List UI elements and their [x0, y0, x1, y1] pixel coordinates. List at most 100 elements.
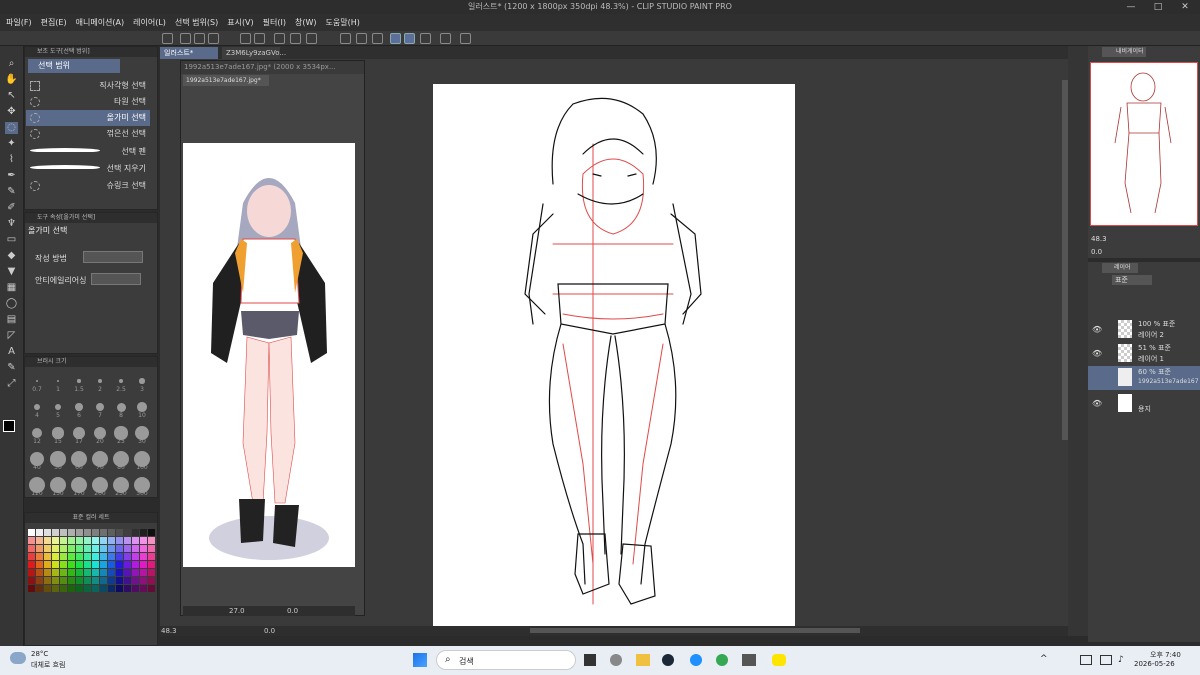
- layer-row[interactable]: 용지: [1088, 392, 1200, 416]
- color-swatch[interactable]: [92, 569, 99, 576]
- color-swatch[interactable]: [60, 545, 67, 552]
- color-swatch[interactable]: [52, 537, 59, 544]
- layer-row[interactable]: 60 % 표준 1992a513e7ade167: [1088, 366, 1200, 390]
- menu-view[interactable]: 표시(V): [227, 17, 253, 28]
- figure-icon[interactable]: ◯: [5, 298, 18, 310]
- brush-icon[interactable]: ✐: [5, 202, 18, 214]
- color-swatch[interactable]: [100, 537, 107, 544]
- color-swatch[interactable]: [92, 585, 99, 592]
- eye-icon[interactable]: 👁: [1092, 349, 1102, 358]
- clock-date[interactable]: 2026-05-26: [1134, 660, 1175, 668]
- color-swatch[interactable]: [60, 561, 67, 568]
- color-swatch[interactable]: [148, 585, 155, 592]
- color-swatch[interactable]: [76, 545, 83, 552]
- color-swatch[interactable]: [84, 529, 91, 536]
- color-swatch[interactable]: [28, 561, 35, 568]
- steam-icon[interactable]: [662, 654, 674, 666]
- color-swatch[interactable]: [44, 585, 51, 592]
- color-swatch[interactable]: [92, 529, 99, 536]
- color-swatch[interactable]: [44, 537, 51, 544]
- color-swatch[interactable]: [28, 537, 35, 544]
- menu-edit[interactable]: 편집(E): [41, 17, 67, 28]
- menu-filter[interactable]: 필터(I): [263, 17, 286, 28]
- pencil-icon[interactable]: ✎: [5, 186, 18, 198]
- zoom-icon[interactable]: ⌕: [5, 58, 18, 70]
- brush-size-dot[interactable]: [75, 403, 83, 411]
- color-swatch[interactable]: [148, 545, 155, 552]
- color-swatch[interactable]: [148, 553, 155, 560]
- color-swatch[interactable]: [116, 537, 123, 544]
- frame-icon[interactable]: ▤: [5, 314, 18, 326]
- color-swatch[interactable]: [132, 569, 139, 576]
- task-view-icon[interactable]: [584, 654, 596, 666]
- color-swatch[interactable]: [100, 553, 107, 560]
- color-swatch[interactable]: [108, 569, 115, 576]
- battery-icon[interactable]: [1080, 655, 1092, 665]
- color-swatch[interactable]: [84, 545, 91, 552]
- color-swatch[interactable]: [76, 537, 83, 544]
- brush-size-dot[interactable]: [97, 378, 103, 384]
- color-swatch[interactable]: [124, 569, 131, 576]
- color-swatch[interactable]: [68, 569, 75, 576]
- brush-size-dot[interactable]: [118, 378, 124, 384]
- color-swatch[interactable]: [140, 553, 147, 560]
- deselect-icon[interactable]: [340, 33, 351, 44]
- color-swatch[interactable]: [100, 569, 107, 576]
- transform-icon[interactable]: [306, 33, 317, 44]
- brush-size-dot[interactable]: [139, 378, 145, 384]
- color-swatch[interactable]: [148, 569, 155, 576]
- color-swatch[interactable]: [28, 529, 35, 536]
- color-swatch[interactable]: [52, 561, 59, 568]
- color-swatch[interactable]: [68, 561, 75, 568]
- subtool-shrink-select[interactable]: 슈링크 선택: [26, 178, 150, 194]
- subtool-selection-eraser[interactable]: 선택 지우기: [26, 161, 150, 177]
- help-icon[interactable]: [460, 33, 471, 44]
- color-swatch[interactable]: [92, 561, 99, 568]
- clip-studio-icon[interactable]: [742, 654, 756, 666]
- edge-icon[interactable]: [690, 654, 702, 666]
- tab-illustration[interactable]: 일러스트*: [160, 47, 218, 59]
- maximize-button[interactable]: □: [1145, 0, 1171, 14]
- brush-size-dot[interactable]: [116, 402, 126, 412]
- subwindow-zoom[interactable]: 27.0: [229, 606, 245, 616]
- hand-icon[interactable]: ✋: [5, 74, 18, 86]
- navigator-zoom[interactable]: 48.3: [1091, 235, 1107, 243]
- color-swatch[interactable]: [60, 577, 67, 584]
- color-swatch[interactable]: [52, 529, 59, 536]
- auto-select-icon[interactable]: ✦: [5, 138, 18, 150]
- phone-icon[interactable]: [440, 33, 451, 44]
- color-swatch[interactable]: [100, 561, 107, 568]
- layer-tab[interactable]: 레이어: [1102, 263, 1138, 273]
- color-swatch[interactable]: [140, 585, 147, 592]
- airbrush-icon[interactable]: ♆: [5, 218, 18, 230]
- color-swatch[interactable]: [116, 529, 123, 536]
- subtool-selection-pen[interactable]: 선택 펜: [26, 144, 150, 160]
- undo-icon[interactable]: [240, 33, 251, 44]
- color-swatch[interactable]: [68, 545, 75, 552]
- color-swatch[interactable]: [140, 529, 147, 536]
- color-swatch[interactable]: [132, 537, 139, 544]
- menu-selection[interactable]: 선택 범위(S): [175, 17, 218, 28]
- main-zoom[interactable]: 48.3: [161, 626, 177, 636]
- clock-time[interactable]: 오후 7:40: [1150, 650, 1181, 660]
- color-swatch[interactable]: [148, 577, 155, 584]
- selection-icon[interactable]: ◌: [5, 122, 18, 134]
- brush-size-dot[interactable]: [56, 379, 60, 383]
- color-swatch[interactable]: [76, 561, 83, 568]
- color-swatch[interactable]: [36, 569, 43, 576]
- color-swatch[interactable]: [84, 577, 91, 584]
- color-swatch[interactable]: [108, 537, 115, 544]
- browser-icon[interactable]: [716, 654, 728, 666]
- color-swatch[interactable]: [116, 569, 123, 576]
- open-file-icon[interactable]: [194, 33, 205, 44]
- new-file-icon[interactable]: [180, 33, 191, 44]
- show-selection-icon[interactable]: [372, 33, 383, 44]
- color-swatch[interactable]: [36, 529, 43, 536]
- color-swatch[interactable]: [132, 553, 139, 560]
- color-swatch[interactable]: [148, 537, 155, 544]
- subtool-polyline-select[interactable]: 꺾은선 선택: [26, 126, 150, 142]
- weather-desc[interactable]: 대체로 흐림: [31, 660, 65, 670]
- eye-icon[interactable]: 👁: [1092, 399, 1102, 408]
- weather-temp[interactable]: 28°C: [31, 650, 48, 658]
- color-swatch[interactable]: [52, 585, 59, 592]
